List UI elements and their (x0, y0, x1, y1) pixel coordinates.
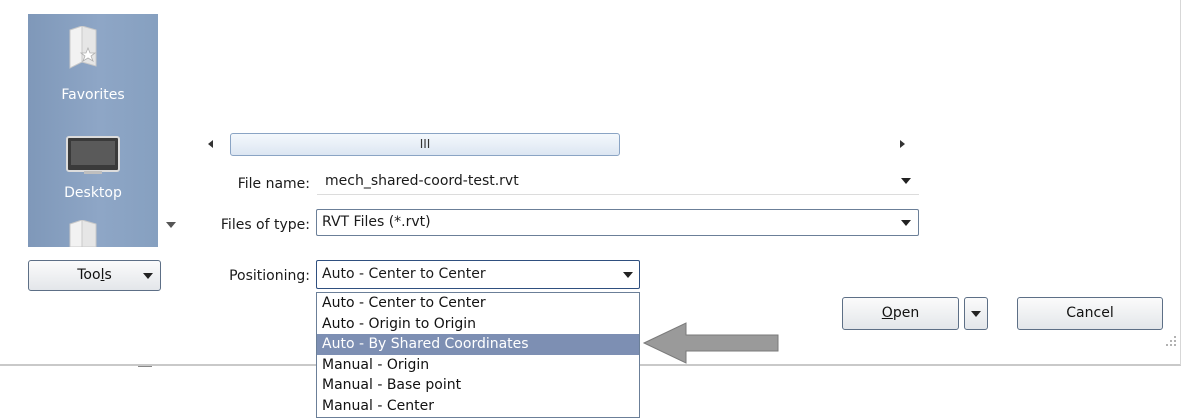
positioning-option[interactable]: Auto - Origin to Origin (317, 314, 639, 335)
tools-dropdown-icon[interactable] (143, 273, 153, 279)
file-name-dropdown-icon[interactable] (901, 178, 911, 184)
sidebar-item-label: Favorites (61, 87, 125, 103)
folder-icon[interactable] (68, 220, 98, 247)
positioning-option-highlighted[interactable]: Auto - By Shared Coordinates (317, 334, 639, 355)
horizontal-scrollbar[interactable]: III (200, 132, 920, 156)
tools-button[interactable]: Tools (28, 260, 161, 291)
open-label-post: pen (892, 305, 920, 321)
file-name-label: File name: (237, 176, 310, 192)
positioning-dropdown-icon[interactable] (623, 272, 633, 278)
file-name-combobox[interactable] (317, 168, 919, 195)
cancel-button[interactable]: Cancel (1017, 297, 1163, 330)
open-options-button[interactable] (964, 297, 988, 330)
scroll-left-icon[interactable] (208, 140, 213, 148)
resize-grip-icon[interactable] (1164, 334, 1178, 348)
divider (138, 366, 152, 367)
positioning-option[interactable]: Manual - Base point (317, 375, 639, 396)
tools-label-post: s (104, 267, 112, 283)
sidebar-item-label: Desktop (64, 185, 122, 201)
positioning-select[interactable]: Auto - Center to Center (316, 260, 640, 289)
file-type-select[interactable]: RVT Files (*.rvt) (316, 209, 919, 236)
file-type-value: RVT Files (*.rvt) (322, 214, 431, 230)
positioning-value: Auto - Center to Center (322, 266, 486, 282)
positioning-option[interactable]: Manual - Center (317, 396, 639, 417)
file-name-input[interactable] (325, 170, 865, 192)
positioning-label: Positioning: (229, 268, 310, 284)
tools-label-pre: Too (77, 267, 101, 283)
desktop-icon[interactable] (66, 136, 120, 174)
sidebar-item-desktop[interactable]: Desktop (28, 185, 158, 201)
file-type-label: Files of type: (220, 217, 310, 233)
open-mnemonic: O (881, 305, 893, 321)
positioning-option[interactable]: Manual - Origin (317, 355, 639, 376)
sidebar-item-favorites[interactable]: Favorites (28, 87, 158, 103)
scrollbar-thumb[interactable]: III (230, 133, 620, 156)
open-options-dropdown-icon (971, 311, 981, 317)
annotation-arrow-icon (642, 322, 779, 364)
scroll-right-icon[interactable] (900, 140, 905, 148)
places-sidebar: Favorites Desktop (28, 14, 158, 247)
favorites-folder-icon[interactable] (68, 26, 98, 70)
sidebar-scroll-down-icon[interactable] (166, 222, 176, 228)
positioning-option[interactable]: Auto - Center to Center (317, 293, 639, 314)
open-button[interactable]: Open (842, 297, 959, 330)
file-type-dropdown-icon[interactable] (901, 220, 911, 226)
positioning-options-list[interactable]: Auto - Center to Center Auto - Origin to… (316, 292, 640, 418)
